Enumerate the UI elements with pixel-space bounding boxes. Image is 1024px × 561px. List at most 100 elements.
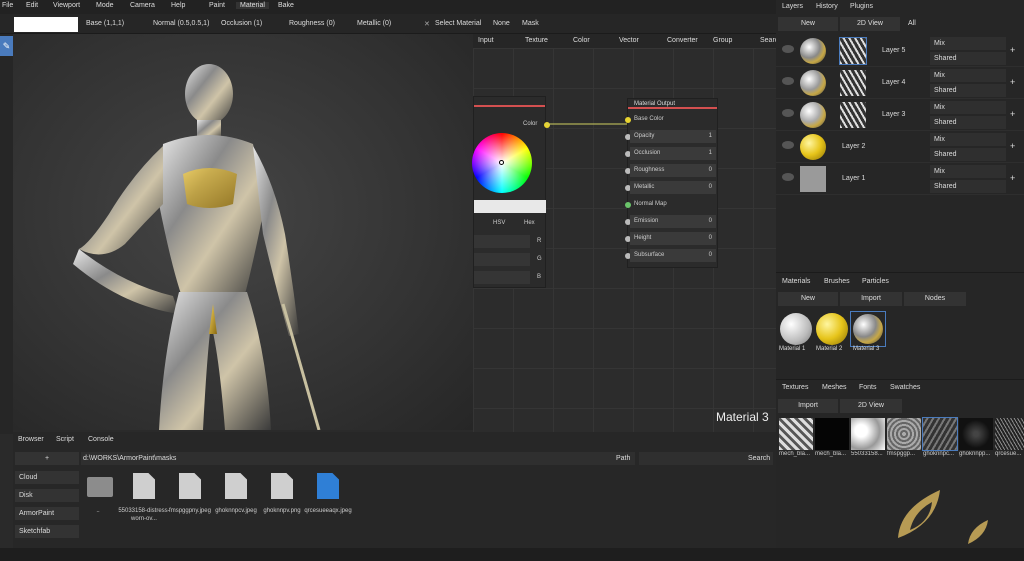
material-1-thumb[interactable] bbox=[780, 313, 812, 345]
layer-name[interactable]: Layer 1 bbox=[842, 175, 865, 182]
normal-channel[interactable]: Normal (0.5,0.5,1) bbox=[153, 20, 209, 27]
tab-bake[interactable]: Bake bbox=[278, 2, 294, 9]
eye-icon[interactable] bbox=[782, 141, 794, 149]
source-sketchfab[interactable]: Sketchfab bbox=[15, 525, 79, 538]
base-channel[interactable]: Base (1,1,1) bbox=[86, 20, 124, 27]
tab-plugins[interactable]: Plugins bbox=[850, 3, 873, 10]
material-3-selection[interactable] bbox=[850, 311, 886, 347]
node-menu-texture[interactable]: Texture bbox=[525, 37, 548, 44]
texture-thumb-2[interactable] bbox=[815, 418, 849, 450]
menu-edit[interactable]: Edit bbox=[26, 2, 38, 9]
add-icon[interactable]: + bbox=[1010, 77, 1015, 87]
add-icon[interactable]: + bbox=[1010, 109, 1015, 119]
layer-row[interactable]: Layer 5 Mix Shared + bbox=[776, 35, 1024, 67]
material-output-row[interactable]: Metallic 0 bbox=[630, 181, 716, 194]
layer-thumb[interactable] bbox=[800, 134, 826, 160]
shared-select[interactable]: Shared bbox=[930, 84, 1006, 97]
folder-icon[interactable] bbox=[87, 477, 113, 497]
layer-row[interactable]: Layer 3 Mix Shared + bbox=[776, 99, 1024, 131]
layer-name[interactable]: Layer 3 bbox=[882, 111, 905, 118]
layer-thumb[interactable] bbox=[800, 38, 826, 64]
path-input[interactable]: d:\WORKS\ArmorPaint\masks bbox=[81, 452, 635, 465]
menu-camera[interactable]: Camera bbox=[130, 2, 155, 9]
tab-paint[interactable]: Paint bbox=[209, 2, 225, 9]
blend-mode-select[interactable]: Mix bbox=[930, 133, 1006, 146]
eye-icon[interactable] bbox=[782, 45, 794, 53]
texture-thumb-7[interactable] bbox=[995, 418, 1024, 450]
node-menu-converter[interactable]: Converter bbox=[667, 37, 698, 44]
add-icon[interactable]: + bbox=[1010, 173, 1015, 183]
tab-meshes[interactable]: Meshes bbox=[822, 384, 847, 391]
material-output-row[interactable]: Normal Map bbox=[630, 198, 716, 211]
blend-mode-select[interactable]: Mix bbox=[930, 101, 1006, 114]
metallic-channel[interactable]: Metallic (0) bbox=[357, 20, 391, 27]
tab-particles[interactable]: Particles bbox=[862, 278, 889, 285]
file-icon[interactable] bbox=[133, 473, 155, 499]
texture-thumb-3[interactable] bbox=[851, 418, 885, 450]
tab-swatches[interactable]: Swatches bbox=[890, 384, 920, 391]
material-output-row[interactable]: Occlusion 1 bbox=[630, 147, 716, 160]
texture-thumb-5[interactable] bbox=[922, 417, 958, 451]
texture-thumb-1[interactable] bbox=[779, 418, 813, 450]
texture-thumb-6[interactable] bbox=[959, 418, 993, 450]
shared-select[interactable]: Shared bbox=[930, 52, 1006, 65]
menu-mode[interactable]: Mode bbox=[96, 2, 114, 9]
material-output-row[interactable]: Height 0 bbox=[630, 232, 716, 245]
file-icon[interactable] bbox=[179, 473, 201, 499]
blend-mode-select[interactable]: Mix bbox=[930, 37, 1006, 50]
layer-name[interactable]: Layer 2 bbox=[842, 143, 865, 150]
roughness-channel[interactable]: Roughness (0) bbox=[289, 20, 335, 27]
tab-console[interactable]: Console bbox=[88, 436, 114, 443]
material-output-row[interactable]: Opacity 1 bbox=[630, 130, 716, 143]
blend-mode-select[interactable]: Mix bbox=[930, 165, 1006, 178]
layer-row[interactable]: Layer 4 Mix Shared + bbox=[776, 67, 1024, 99]
tab-textures[interactable]: Textures bbox=[782, 384, 808, 391]
viewport-3d[interactable] bbox=[13, 34, 473, 431]
source-disk[interactable]: Disk bbox=[15, 489, 79, 502]
eye-icon[interactable] bbox=[782, 109, 794, 117]
node-menu-search[interactable]: Search bbox=[760, 37, 776, 44]
material-2-thumb[interactable] bbox=[816, 313, 848, 345]
add-icon[interactable]: + bbox=[1010, 45, 1015, 55]
layers-2d-view-button[interactable]: 2D View bbox=[840, 17, 900, 31]
material-output-row[interactable]: Subsurface 0 bbox=[630, 249, 716, 262]
menu-viewport[interactable]: Viewport bbox=[53, 2, 80, 9]
add-source-button[interactable]: + bbox=[15, 452, 79, 465]
mask-button[interactable]: Mask bbox=[522, 20, 539, 27]
node-menu-input[interactable]: Input bbox=[478, 37, 494, 44]
layer-mask-thumb[interactable] bbox=[840, 102, 866, 128]
texture-thumb-4[interactable] bbox=[887, 418, 921, 450]
menu-help[interactable]: Help bbox=[171, 2, 185, 9]
layer-filter-all[interactable]: All bbox=[908, 20, 916, 27]
file-icon[interactable] bbox=[317, 473, 339, 499]
eye-icon[interactable] bbox=[782, 173, 794, 181]
layer-thumb[interactable] bbox=[800, 102, 826, 128]
blend-mode-select[interactable]: Mix bbox=[930, 69, 1006, 82]
tab-fonts[interactable]: Fonts bbox=[859, 384, 877, 391]
select-material-button[interactable]: Select Material bbox=[435, 20, 481, 27]
layer-thumb[interactable] bbox=[800, 166, 826, 192]
node-menu-group[interactable]: Group bbox=[713, 37, 732, 44]
tab-materials[interactable]: Materials bbox=[782, 278, 810, 285]
menu-file[interactable]: File bbox=[2, 2, 13, 9]
brush-tool-icon[interactable]: ✎ bbox=[0, 36, 13, 56]
none-button[interactable]: None bbox=[493, 20, 510, 27]
tab-layers[interactable]: Layers bbox=[782, 3, 803, 10]
shared-select[interactable]: Shared bbox=[930, 180, 1006, 193]
import-texture-button[interactable]: Import bbox=[778, 399, 838, 413]
node-menu-color[interactable]: Color bbox=[573, 37, 590, 44]
node-canvas[interactable]: Color HSV Hex R G B Material Output Base… bbox=[472, 48, 776, 432]
layer-mask-thumb[interactable] bbox=[839, 37, 867, 65]
layer-thumb[interactable] bbox=[800, 70, 826, 96]
material-output-row[interactable]: Base Color bbox=[630, 113, 716, 126]
shared-select[interactable]: Shared bbox=[930, 148, 1006, 161]
source-cloud[interactable]: Cloud bbox=[15, 471, 79, 484]
new-layer-button[interactable]: New bbox=[778, 17, 838, 31]
layer-mask-thumb[interactable] bbox=[840, 70, 866, 96]
file-icon[interactable] bbox=[225, 473, 247, 499]
import-material-button[interactable]: Import bbox=[840, 292, 902, 306]
material-3-thumb[interactable] bbox=[853, 314, 883, 344]
textures-2d-view-button[interactable]: 2D View bbox=[840, 399, 902, 413]
file-icon[interactable] bbox=[271, 473, 293, 499]
layer-name[interactable]: Layer 4 bbox=[882, 79, 905, 86]
